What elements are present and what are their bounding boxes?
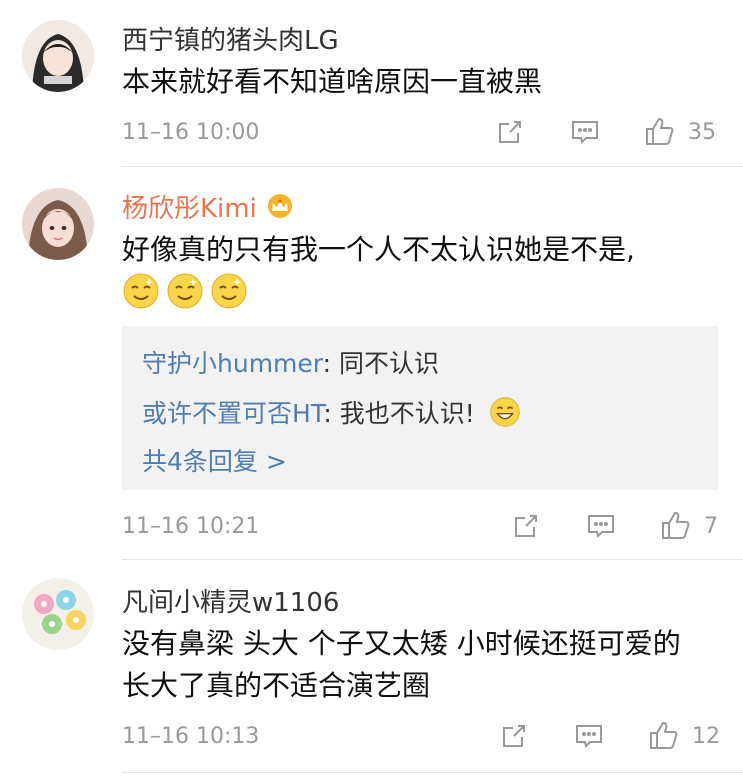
divider <box>122 772 743 773</box>
comment-text: 没有鼻梁 头大 个子又太矮 小时候还挺可爱的 <box>122 627 681 660</box>
comment-text: 长大了真的不适合演艺圈 <box>122 669 431 702</box>
share-icon <box>503 725 525 747</box>
repost-button[interactable] <box>500 722 528 750</box>
avatar[interactable] <box>22 578 94 650</box>
like-count: 12 <box>692 724 720 749</box>
thumbs-up-icon <box>650 721 678 749</box>
like-button[interactable] <box>648 720 680 750</box>
comment-icon <box>576 725 602 748</box>
comment-item: 凡间小精灵w1106 没有鼻梁 头大 个子又太矮 小时候还挺可爱的 长大了真的不… <box>0 0 743 783</box>
timestamp: 11–16 10:13 <box>122 724 260 749</box>
username[interactable]: 凡间小精灵w1106 <box>122 582 339 619</box>
comment-button[interactable] <box>574 722 604 750</box>
